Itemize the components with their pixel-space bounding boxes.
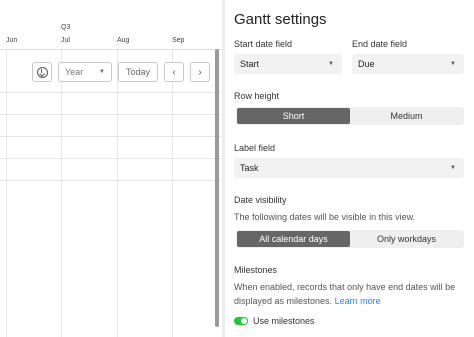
row-height-short-option[interactable]: Short (237, 108, 350, 124)
chevron-right-icon: › (198, 66, 202, 78)
previous-button[interactable]: ‹ (164, 62, 184, 82)
timeline-header-divider (0, 49, 222, 50)
row-height-segmented-control: Short Medium (236, 107, 464, 125)
start-date-label: Start date field (234, 39, 293, 49)
vertical-scrollbar[interactable] (215, 49, 219, 327)
use-milestones-toggle[interactable] (234, 317, 248, 325)
label-field-select[interactable]: Task ▼ (234, 158, 464, 178)
next-button[interactable]: › (190, 62, 210, 82)
month-label: Jun (6, 37, 18, 44)
label-field-value: Task (240, 163, 259, 173)
month-label: Sep (172, 37, 185, 44)
use-milestones-label: Use milestones (253, 316, 315, 326)
gantt-settings-panel: Gantt settings Start date field Start ▼ … (225, 0, 474, 337)
row-height-label: Row height (234, 91, 280, 101)
start-date-value: Start (240, 59, 260, 69)
end-date-label: End date field (352, 39, 408, 49)
panel-title: Gantt settings (234, 11, 327, 28)
start-date-select[interactable]: Start ▼ (234, 54, 342, 74)
month-label: Aug (117, 37, 130, 44)
today-button[interactable]: Today (118, 62, 158, 82)
only-workdays-option[interactable]: Only workdays (350, 231, 463, 247)
row-line (0, 180, 222, 181)
download-button[interactable] (32, 62, 52, 82)
row-height-medium-option[interactable]: Medium (350, 108, 463, 124)
caret-down-icon: ▼ (450, 165, 456, 171)
row-line (0, 92, 222, 93)
chevron-left-icon: ‹ (172, 66, 176, 78)
timescale-select[interactable]: Year ▼ (58, 62, 112, 82)
date-visibility-description: The following dates will be visible in t… (234, 212, 416, 222)
date-visibility-segmented-control: All calendar days Only workdays (236, 230, 464, 248)
caret-down-icon: ▼ (450, 61, 456, 67)
row-line (0, 158, 222, 159)
milestones-description: When enabled, records that only have end… (234, 280, 464, 308)
gantt-chart-area[interactable]: Q3 Jun Jul Aug Sep Year ▼ Today ‹ › (0, 0, 222, 337)
timescale-value: Year (65, 67, 84, 77)
milestones-label: Milestones (234, 265, 278, 275)
end-date-select[interactable]: Due ▼ (352, 54, 464, 74)
row-line (0, 114, 222, 115)
end-date-value: Due (358, 59, 375, 69)
date-visibility-label: Date visibility (234, 195, 287, 205)
learn-more-link[interactable]: Learn more (335, 296, 381, 306)
quarter-label: Q3 (61, 24, 71, 31)
label-field-label: Label field (234, 143, 276, 153)
row-line (0, 136, 222, 137)
download-icon (36, 66, 48, 78)
month-label: Jul (61, 37, 70, 44)
caret-down-icon: ▼ (99, 69, 105, 75)
all-calendar-days-option[interactable]: All calendar days (237, 231, 350, 247)
caret-down-icon: ▼ (328, 61, 334, 67)
